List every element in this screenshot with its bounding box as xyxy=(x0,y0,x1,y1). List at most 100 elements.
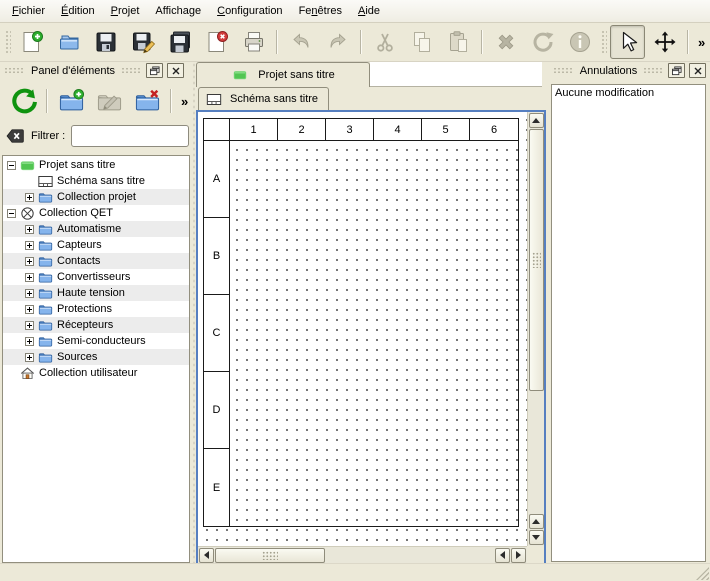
project-tab-bar: Projet sans titre xyxy=(196,62,546,87)
expand-icon[interactable] xyxy=(25,289,34,298)
scroll-left-button-2[interactable] xyxy=(495,548,510,563)
collections-tree: Projet sans titre Schéma sans titre Collec… xyxy=(2,155,190,563)
edit-category-button[interactable] xyxy=(91,82,127,120)
clear-filter-button[interactable] xyxy=(5,126,25,146)
toolbar-handle[interactable] xyxy=(4,29,11,55)
toolbar-overflow-button[interactable]: » xyxy=(693,35,710,50)
tree-item-collection-projet[interactable]: Collection projet xyxy=(3,189,189,205)
undo-list-item[interactable]: Aucune modification xyxy=(552,85,705,101)
move-mode-button[interactable] xyxy=(647,25,682,59)
menu-fichier[interactable]: Fichier xyxy=(4,2,53,20)
tree-item-protections[interactable]: Protections xyxy=(3,301,189,317)
tree-item-haute-tension[interactable]: Haute tension xyxy=(3,285,189,301)
scroll-left-button[interactable] xyxy=(199,548,214,563)
tree-item-recepteurs[interactable]: Récepteurs xyxy=(3,317,189,333)
tree-item-schema-sans-titre[interactable]: Schéma sans titre xyxy=(3,173,189,189)
size-grip[interactable] xyxy=(696,567,709,580)
new-document-button[interactable] xyxy=(14,25,49,59)
close-panel-button[interactable] xyxy=(167,63,184,78)
collapse-icon[interactable] xyxy=(7,209,16,218)
delete-button[interactable] xyxy=(488,25,523,59)
delete-category-button[interactable] xyxy=(129,82,165,120)
project-icon xyxy=(20,158,35,173)
reload-collections-button[interactable] xyxy=(5,82,41,120)
expand-icon[interactable] xyxy=(25,257,34,266)
tree-item-capteurs[interactable]: Capteurs xyxy=(3,237,189,253)
row-headers: ABCDE xyxy=(204,141,230,526)
expand-icon[interactable] xyxy=(25,193,34,202)
copy-icon xyxy=(410,30,434,54)
rotate-button[interactable] xyxy=(525,25,560,59)
horizontal-scrollbar[interactable] xyxy=(198,546,527,563)
print-button[interactable] xyxy=(236,25,271,59)
vertical-scroll-thumb[interactable] xyxy=(529,129,544,391)
tree-item-sources[interactable]: Sources xyxy=(3,349,189,365)
scroll-right-button[interactable] xyxy=(511,548,526,563)
close-panel-button[interactable] xyxy=(689,63,706,78)
dock-handle-texture[interactable] xyxy=(4,67,25,74)
collapse-icon[interactable] xyxy=(7,161,16,170)
horizontal-scroll-thumb[interactable] xyxy=(215,548,325,563)
menu-affichage[interactable]: Affichage xyxy=(147,2,209,20)
expand-icon[interactable] xyxy=(25,305,34,314)
tab-schema-sans-titre[interactable]: Schéma sans titre xyxy=(198,87,329,110)
tree-item-label: Schéma sans titre xyxy=(57,175,145,187)
vertical-scrollbar[interactable] xyxy=(527,112,544,546)
menu-configuration[interactable]: Configuration xyxy=(209,2,290,20)
copy-button[interactable] xyxy=(404,25,439,59)
up-arrow-icon xyxy=(532,118,540,123)
cut-button[interactable] xyxy=(367,25,402,59)
save-all-button[interactable] xyxy=(162,25,197,59)
paste-button[interactable] xyxy=(441,25,476,59)
close-file-button[interactable] xyxy=(199,25,234,59)
tab-projet-sans-titre[interactable]: Projet sans titre xyxy=(196,62,370,87)
filter-input[interactable] xyxy=(71,125,189,147)
close-icon xyxy=(692,66,704,76)
dock-handle-texture[interactable] xyxy=(643,67,664,74)
house-icon xyxy=(20,366,35,381)
menu-fenetres[interactable]: Fenêtres xyxy=(291,2,350,20)
float-panel-button[interactable] xyxy=(668,63,685,78)
menu-edition[interactable]: Édition xyxy=(53,2,103,20)
tree-item-collection-utilisateur[interactable]: Collection utilisateur xyxy=(3,365,189,381)
menu-aide[interactable]: Aide xyxy=(350,2,388,20)
save-as-button[interactable] xyxy=(125,25,160,59)
up-arrow-icon xyxy=(532,519,540,524)
scroll-up-button-2[interactable] xyxy=(529,514,544,529)
tree-item-contacts[interactable]: Contacts xyxy=(3,253,189,269)
new-category-button[interactable] xyxy=(53,82,89,120)
expand-icon[interactable] xyxy=(25,273,34,282)
open-document-button[interactable] xyxy=(51,25,86,59)
save-button[interactable] xyxy=(88,25,123,59)
dock-handle-texture[interactable] xyxy=(553,67,574,74)
expand-icon[interactable] xyxy=(25,321,34,330)
project-tab-label: Projet sans titre xyxy=(258,69,334,81)
element-info-button[interactable] xyxy=(562,25,597,59)
tree-item-label: Convertisseurs xyxy=(57,271,130,283)
toolbar-overflow-button[interactable]: » xyxy=(176,94,193,109)
expand-icon[interactable] xyxy=(25,225,34,234)
toolbar-separator xyxy=(170,89,172,113)
tree-item-projet-sans-titre[interactable]: Projet sans titre xyxy=(3,157,189,173)
scroll-down-button[interactable] xyxy=(529,530,544,545)
column-headers: 123456 xyxy=(230,119,518,141)
schema-canvas[interactable]: 123456 ABCDE xyxy=(198,112,527,546)
toolbar-handle[interactable] xyxy=(600,29,607,55)
tree-item-collection-qet[interactable]: Collection QET xyxy=(3,205,189,221)
expand-icon[interactable] xyxy=(25,241,34,250)
redo-button[interactable] xyxy=(320,25,355,59)
scroll-up-button[interactable] xyxy=(529,113,544,128)
select-mode-button[interactable] xyxy=(610,25,645,59)
float-panel-button[interactable] xyxy=(146,63,163,78)
tree-item-automatisme[interactable]: Automatisme xyxy=(3,221,189,237)
tree-item-label: Automatisme xyxy=(57,223,121,235)
expand-icon[interactable] xyxy=(25,337,34,346)
row-header-cell: A xyxy=(204,141,230,218)
dock-handle-texture[interactable] xyxy=(121,67,142,74)
tree-item-convertisseurs[interactable]: Convertisseurs xyxy=(3,269,189,285)
tree-item-semi-conducteurs[interactable]: Semi-conducteurs xyxy=(3,333,189,349)
menu-projet[interactable]: Projet xyxy=(103,2,148,20)
expand-icon[interactable] xyxy=(25,353,34,362)
tree-item-label: Collection QET xyxy=(39,207,113,219)
undo-button[interactable] xyxy=(283,25,318,59)
